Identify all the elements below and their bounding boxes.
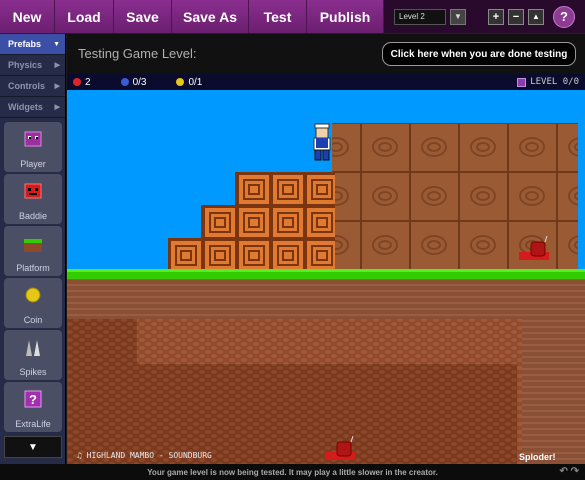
player-character	[313, 123, 331, 161]
svg-text:?: ?	[29, 392, 37, 407]
sploder-logo: Sploder!	[519, 452, 556, 462]
coin-icon	[25, 287, 41, 303]
status-text: Your game level is now being tested. It …	[147, 467, 438, 477]
platform-icon	[24, 239, 42, 252]
tab-widgets[interactable]: Widgets ▶	[0, 97, 65, 118]
undo-redo-icon[interactable]: ↶ ↷	[559, 466, 579, 477]
move-level-up-button[interactable]: ▲	[528, 8, 544, 25]
spikes-icon	[26, 340, 40, 356]
tab-label: Widgets	[8, 102, 43, 112]
prefab-palette: Player Baddie Platform Coin Spikes ? Ext…	[4, 122, 62, 434]
level-select[interactable]: Level 2	[394, 8, 446, 25]
prefab-coin[interactable]: Coin	[4, 278, 62, 328]
top-toolbar: New Load Save Save As Test Publish Level…	[0, 0, 585, 34]
prefab-label: Platform	[16, 263, 50, 273]
prefab-extralife[interactable]: ? ExtraLife	[4, 382, 62, 432]
load-button[interactable]: Load	[55, 0, 114, 33]
page-title: Testing Game Level:	[78, 46, 197, 61]
remove-level-button[interactable]: −	[508, 8, 524, 25]
prefab-spikes[interactable]: Spikes	[4, 330, 62, 380]
publish-button[interactable]: Publish	[307, 0, 384, 33]
new-button[interactable]: New	[0, 0, 55, 33]
prefab-label: Player	[20, 159, 46, 169]
tab-label: Prefabs	[8, 39, 42, 49]
extralife-icon: ?	[24, 390, 42, 408]
save-as-button[interactable]: Save As	[172, 0, 249, 33]
done-testing-button[interactable]: Click here when you are done testing	[382, 42, 576, 66]
palette-scroll-down-button[interactable]: ▼	[4, 436, 62, 458]
sidebar: Prefabs ▼ Physics ▶ Controls ▶ Widgets ▶…	[0, 34, 66, 464]
add-level-button[interactable]: +	[488, 8, 504, 25]
game-canvas[interactable]: 2 0/3 0/1 LEVEL 0/0 ♫ HIGHLAND MAMBO - S…	[67, 74, 585, 464]
chevron-down-icon: ▼	[53, 40, 60, 48]
prefab-baddie[interactable]: Baddie	[4, 174, 62, 224]
test-header: Testing Game Level: Click here when you …	[67, 34, 585, 74]
chevron-right-icon: ▶	[54, 104, 60, 111]
level-controls: Level 2 ▼ + − ▲ ?	[384, 0, 585, 33]
prefab-label: Spikes	[19, 367, 47, 377]
prefab-player[interactable]: Player	[4, 122, 62, 172]
prefab-label: Coin	[23, 315, 43, 325]
tab-controls[interactable]: Controls ▶	[0, 76, 65, 97]
status-bar: Your game level is now being tested. It …	[0, 464, 585, 480]
prefab-platform[interactable]: Platform	[4, 226, 62, 276]
game-scene: ♫ HIGHLAND MAMBO - SOUNDBURG Sploder!	[67, 123, 585, 464]
chevron-right-icon: ▶	[54, 62, 60, 69]
baddie-icon	[24, 183, 42, 199]
tab-physics[interactable]: Physics ▶	[0, 55, 65, 76]
chevron-down-icon[interactable]: ▼	[450, 8, 466, 25]
test-button[interactable]: Test	[249, 0, 307, 33]
tab-label: Physics	[8, 60, 43, 70]
help-button[interactable]: ?	[553, 5, 575, 28]
tab-label: Controls	[8, 81, 45, 91]
chevron-right-icon: ▶	[54, 83, 60, 90]
save-button[interactable]: Save	[114, 0, 172, 33]
prefab-label: ExtraLife	[15, 419, 51, 429]
prefab-label: Baddie	[18, 211, 48, 221]
tab-prefabs[interactable]: Prefabs ▼	[0, 34, 65, 55]
music-label: ♫ HIGHLAND MAMBO - SOUNDBURG	[77, 451, 212, 460]
player-icon	[24, 131, 42, 147]
